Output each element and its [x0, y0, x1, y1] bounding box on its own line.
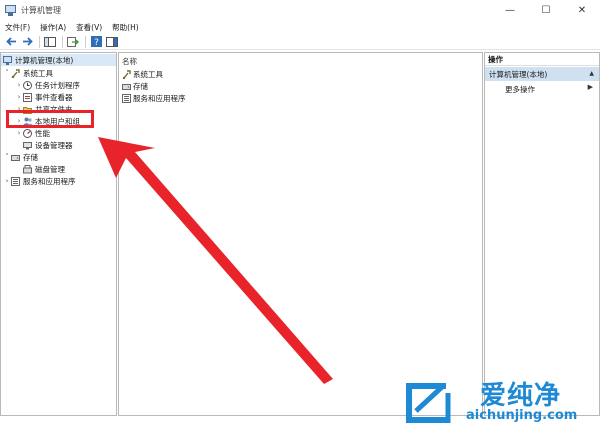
watermark-text-en: aichunjing.com [466, 408, 578, 423]
watermark-text-cn: 爱纯净 [480, 381, 562, 411]
watermark-logo-icon [406, 383, 451, 423]
annotation-arrow [98, 137, 333, 384]
watermark: 爱纯净 aichunjing.com [400, 373, 600, 430]
